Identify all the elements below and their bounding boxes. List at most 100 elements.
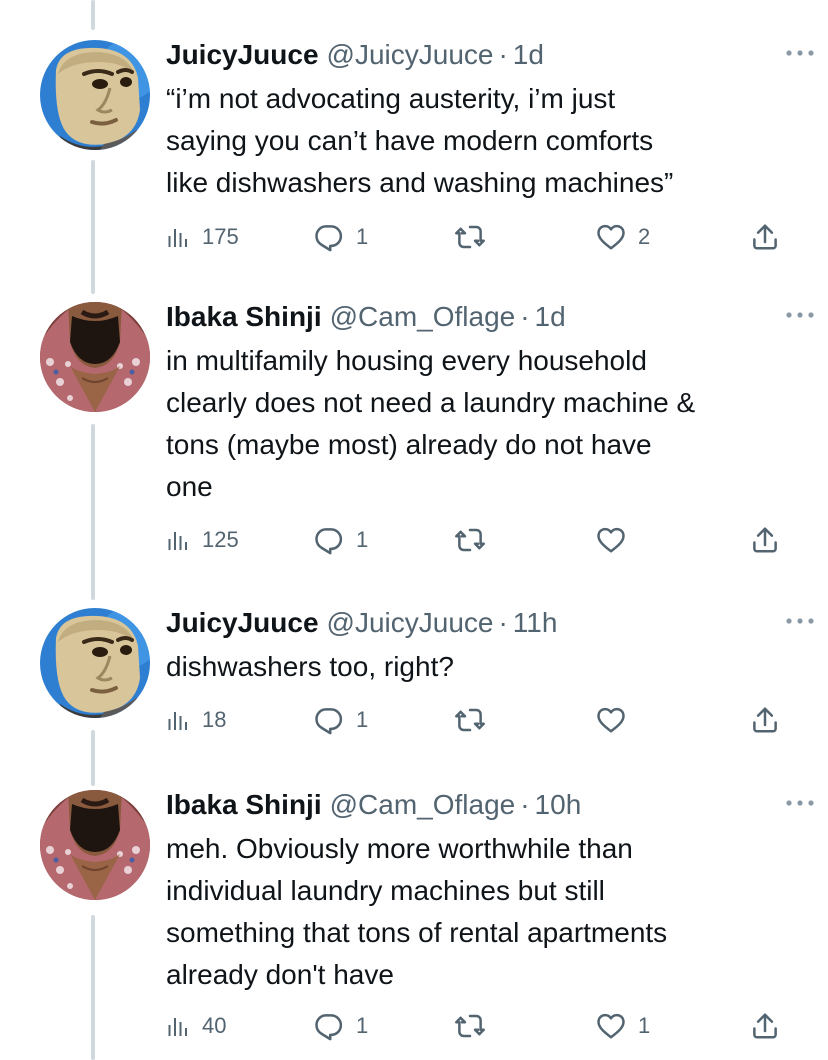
views-count: 18 bbox=[202, 707, 227, 732]
reply-button[interactable]: 1 bbox=[314, 217, 368, 257]
like-button[interactable] bbox=[596, 700, 626, 740]
thread-line bbox=[91, 730, 95, 786]
views-icon bbox=[166, 1014, 190, 1038]
tweet-actions: 40 1 1 bbox=[166, 1006, 786, 1046]
heart-icon bbox=[596, 525, 626, 555]
separator-dot: · bbox=[498, 607, 508, 638]
more-icon[interactable] bbox=[780, 38, 820, 68]
timestamp[interactable]: 11h bbox=[513, 608, 558, 638]
tweet-actions: 125 1 bbox=[166, 520, 786, 560]
tweet-body: JuicyJuuce @JuicyJuuce · 1d “i’m not adv… bbox=[166, 40, 776, 204]
tweet-body: JuicyJuuce @JuicyJuuce · 11h dishwashers… bbox=[166, 608, 776, 688]
thread-line bbox=[91, 0, 95, 30]
tweet-text: meh. Obviously more worthwhile than indi… bbox=[166, 833, 668, 990]
like-count: 2 bbox=[638, 224, 651, 249]
avatar[interactable] bbox=[40, 790, 150, 900]
views-button[interactable]: 18 bbox=[166, 700, 226, 740]
display-name[interactable]: JuicyJuuce bbox=[166, 40, 319, 70]
reply-button[interactable]: 1 bbox=[314, 1006, 368, 1046]
share-icon bbox=[750, 525, 780, 555]
tweet-body: Ibaka Shinji @Cam_Oflage · 10h meh. Obvi… bbox=[166, 790, 776, 996]
reply-count: 1 bbox=[356, 527, 369, 552]
more-icon[interactable] bbox=[780, 606, 820, 636]
tweet-text: “i’m not advocating austerity, i’m just … bbox=[166, 83, 674, 198]
share-button[interactable] bbox=[750, 1006, 780, 1046]
retweet-button[interactable] bbox=[454, 700, 486, 740]
views-count: 175 bbox=[202, 224, 239, 249]
views-count: 40 bbox=[202, 1013, 227, 1038]
like-count: 1 bbox=[638, 1013, 651, 1038]
user-handle[interactable]: @JuicyJuuce bbox=[327, 40, 494, 70]
heart-icon bbox=[596, 705, 626, 735]
tweet-header: Ibaka Shinji @Cam_Oflage · 10h bbox=[166, 790, 776, 820]
user-handle[interactable]: @JuicyJuuce bbox=[327, 608, 494, 638]
avatar[interactable] bbox=[40, 40, 150, 150]
views-count: 125 bbox=[202, 527, 239, 552]
views-icon bbox=[166, 225, 190, 249]
thread-line bbox=[91, 160, 95, 294]
tweet-body: Ibaka Shinji @Cam_Oflage · 1d in multifa… bbox=[166, 302, 776, 508]
reply-count: 1 bbox=[356, 224, 369, 249]
heart-icon bbox=[596, 1011, 626, 1041]
separator-dot: · bbox=[520, 789, 530, 820]
tweet-header: Ibaka Shinji @Cam_Oflage · 1d bbox=[166, 302, 776, 332]
timestamp[interactable]: 1d bbox=[513, 40, 544, 70]
share-icon bbox=[750, 705, 780, 735]
share-icon bbox=[750, 1011, 780, 1041]
tweet-header: JuicyJuuce @JuicyJuuce · 1d bbox=[166, 40, 776, 70]
tweet-text: dishwashers too, right? bbox=[166, 651, 454, 682]
tweet-actions: 18 1 bbox=[166, 700, 786, 740]
tweet-text: in multifamily housing every household c… bbox=[166, 345, 696, 502]
like-button[interactable] bbox=[596, 520, 626, 560]
thread-line bbox=[91, 424, 95, 600]
retweet-icon bbox=[454, 525, 486, 555]
display-name[interactable]: JuicyJuuce bbox=[166, 608, 319, 638]
reply-thread: JuicyJuuce @JuicyJuuce · 1d “i’m not adv… bbox=[0, 0, 828, 1060]
views-button[interactable]: 40 bbox=[166, 1006, 226, 1046]
views-button[interactable]: 125 bbox=[166, 520, 239, 560]
thread-line bbox=[91, 915, 95, 1060]
user-handle[interactable]: @Cam_Oflage bbox=[330, 790, 516, 820]
views-icon bbox=[166, 708, 190, 732]
share-button[interactable] bbox=[750, 700, 780, 740]
share-button[interactable] bbox=[750, 520, 780, 560]
like-button[interactable]: 1 bbox=[596, 1006, 650, 1046]
tweet-actions: 175 1 2 bbox=[166, 217, 786, 257]
separator-dot: · bbox=[498, 39, 508, 70]
reply-icon bbox=[314, 222, 344, 252]
timestamp[interactable]: 10h bbox=[535, 790, 582, 820]
reply-button[interactable]: 1 bbox=[314, 520, 368, 560]
tweet-header: JuicyJuuce @JuicyJuuce · 11h bbox=[166, 608, 776, 638]
avatar-image bbox=[40, 790, 150, 900]
retweet-button[interactable] bbox=[454, 520, 486, 560]
retweet-icon bbox=[454, 1011, 486, 1041]
heart-icon bbox=[596, 222, 626, 252]
views-icon bbox=[166, 528, 190, 552]
retweet-button[interactable] bbox=[454, 217, 486, 257]
retweet-icon bbox=[454, 222, 486, 252]
reply-count: 1 bbox=[356, 1013, 369, 1038]
avatar[interactable] bbox=[40, 302, 150, 412]
more-icon[interactable] bbox=[780, 788, 820, 818]
share-button[interactable] bbox=[750, 217, 780, 257]
reply-icon bbox=[314, 1011, 344, 1041]
separator-dot: · bbox=[520, 301, 530, 332]
avatar-image bbox=[40, 302, 150, 412]
views-button[interactable]: 175 bbox=[166, 217, 239, 257]
reply-count: 1 bbox=[356, 707, 369, 732]
share-icon bbox=[750, 222, 780, 252]
reply-icon bbox=[314, 705, 344, 735]
like-button[interactable]: 2 bbox=[596, 217, 650, 257]
user-handle[interactable]: @Cam_Oflage bbox=[330, 302, 516, 332]
avatar-image bbox=[40, 608, 150, 718]
reply-icon bbox=[314, 525, 344, 555]
display-name[interactable]: Ibaka Shinji bbox=[166, 790, 322, 820]
more-icon[interactable] bbox=[780, 300, 820, 330]
retweet-icon bbox=[454, 705, 486, 735]
retweet-button[interactable] bbox=[454, 1006, 486, 1046]
timestamp[interactable]: 1d bbox=[535, 302, 566, 332]
display-name[interactable]: Ibaka Shinji bbox=[166, 302, 322, 332]
reply-button[interactable]: 1 bbox=[314, 700, 368, 740]
avatar-image bbox=[40, 40, 150, 150]
avatar[interactable] bbox=[40, 608, 150, 718]
